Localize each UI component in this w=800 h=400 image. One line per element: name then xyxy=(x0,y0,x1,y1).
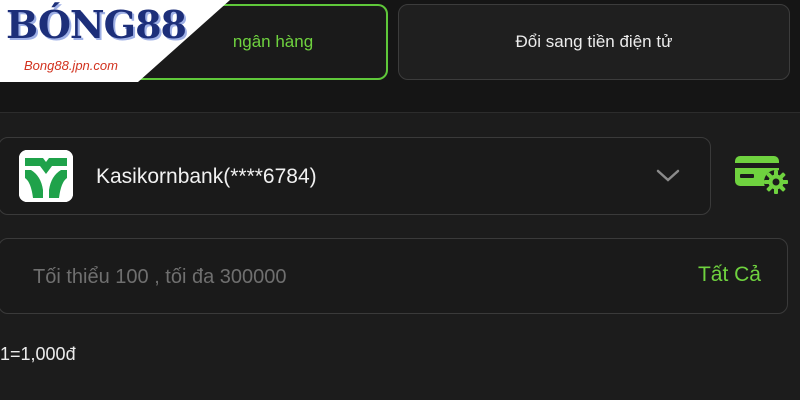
exchange-rate: 1=1,000đ xyxy=(0,344,76,364)
amount-input[interactable] xyxy=(33,263,533,291)
selected-bank-account: Kasikornbank(****6784) xyxy=(96,165,317,188)
chevron-down-icon[interactable] xyxy=(655,168,681,184)
bank-select-dropdown[interactable]: Kasikornbank(****6784) xyxy=(0,137,711,215)
logo-wordmark: BÓNG88 xyxy=(6,2,187,47)
divider xyxy=(0,112,800,113)
logo-url: Bong88.jpn.com xyxy=(24,58,118,73)
card-settings-icon[interactable] xyxy=(734,152,790,194)
tab-crypto[interactable]: Đổi sang tiền điện tử xyxy=(398,4,790,80)
kasikornbank-logo-icon xyxy=(19,150,73,202)
amount-field[interactable]: Tất Cả xyxy=(0,238,788,314)
select-all-button[interactable]: Tất Cả xyxy=(698,263,761,287)
tab-bank-label: ngân hàng xyxy=(232,32,314,51)
tab-crypto-label: Đổi sang tiền điện tử xyxy=(515,32,673,51)
